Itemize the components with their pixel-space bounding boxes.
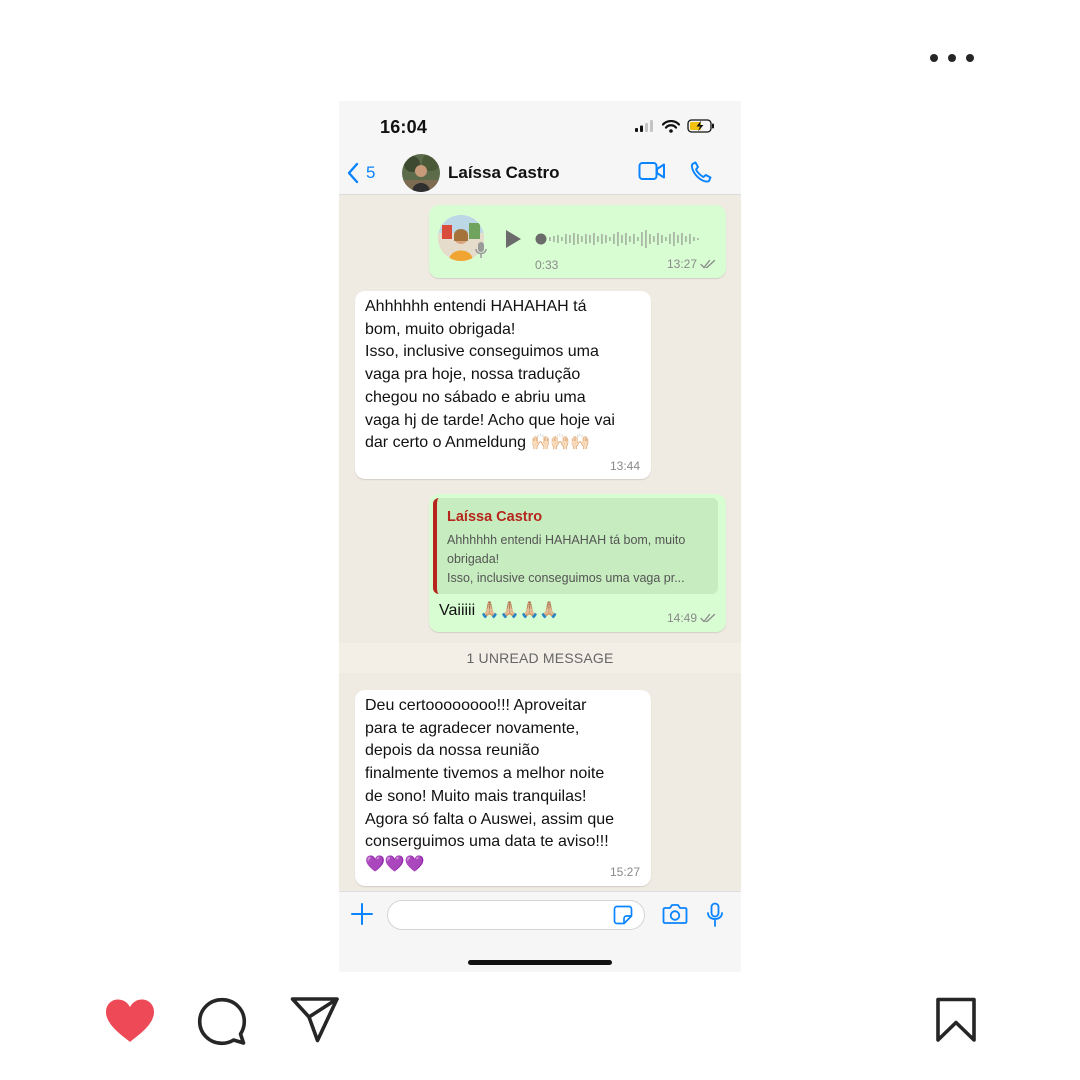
chevron-left-icon [347, 162, 359, 184]
battery-charging-icon [687, 119, 714, 133]
message-text: Ahhhhhh entendi HAHAHAH tá bom, muito ob… [365, 298, 615, 452]
more-dot [966, 54, 974, 62]
message-time: 13:27 [667, 257, 716, 271]
paper-plane-icon [290, 997, 339, 1043]
attach-button[interactable] [350, 902, 374, 931]
incoming-message-bubble: Deu certoooooooo!!! Aproveitar para te a… [355, 690, 651, 886]
video-call-button[interactable] [638, 161, 666, 186]
voice-duration: 0:33 [535, 258, 559, 272]
time-text: 15:27 [609, 865, 640, 879]
like-button[interactable] [104, 998, 156, 1049]
phone-icon [690, 161, 712, 183]
plus-icon [351, 903, 373, 925]
camera-button[interactable] [662, 903, 688, 930]
message-text: Vaiiiii 🙏🏼🙏🏼🙏🏼🙏🏼 [439, 602, 560, 619]
more-dot [930, 54, 938, 62]
quoted-text: Ahhhhhh entendi HAHAHAH tá bom, muito ob… [447, 533, 686, 585]
wifi-icon [662, 119, 680, 133]
time-text: 14:49 [666, 611, 697, 625]
status-bar: 16:04 [339, 101, 741, 153]
comment-icon [197, 997, 247, 1046]
home-indicator [468, 960, 612, 965]
outgoing-reply-bubble: Laíssa Castro Ahhhhhh entendi HAHAHAH tá… [429, 494, 726, 632]
play-icon [506, 230, 521, 248]
more-dot [948, 54, 956, 62]
message-text: Deu certoooooooo!!! Aproveitar para te a… [365, 697, 615, 873]
message-input[interactable] [387, 900, 645, 930]
mic-badge-icon [475, 241, 487, 264]
unread-messages-banner: 1 UNREAD MESSAGE [339, 643, 741, 673]
voice-message-bubble: 0:33 13:27 [429, 205, 726, 278]
avatar-image [402, 154, 440, 192]
play-button[interactable] [503, 228, 523, 255]
message-time: 13:44 [610, 459, 640, 473]
message-time: 14:49 [667, 611, 716, 625]
microphone-button[interactable] [706, 902, 724, 933]
status-time: 16:04 [380, 117, 428, 137]
message-composer [339, 891, 741, 972]
sticker-button[interactable] [613, 905, 633, 930]
sticker-icon [613, 905, 633, 925]
double-check-icon [700, 613, 716, 623]
whatsapp-screenshot: 16:04 5 Laíssa Castro 0:33 13:27 Ahhhhhh… [339, 101, 741, 972]
message-time: 15:27 [610, 865, 640, 879]
voice-call-button[interactable] [689, 159, 713, 190]
quoted-sender-name: Laíssa Castro [447, 509, 543, 525]
voice-waveform[interactable] [535, 227, 707, 251]
bookmark-icon [936, 997, 976, 1042]
chat-area: 0:33 13:27 Ahhhhhh entendi HAHAHAH tá bo… [339, 196, 741, 891]
double-check-icon [700, 259, 716, 269]
heart-filled-icon [106, 999, 154, 1042]
microphone-icon [707, 902, 723, 927]
camera-icon [662, 904, 688, 924]
instagram-post: 16:04 5 Laíssa Castro 0:33 13:27 Ahhhhhh… [0, 0, 1080, 1080]
video-camera-icon [638, 162, 665, 180]
more-options-icon[interactable] [930, 48, 974, 68]
chat-header: 5 Laíssa Castro [339, 153, 741, 195]
share-button[interactable] [290, 997, 340, 1048]
time-text: 13:44 [609, 459, 640, 473]
save-button[interactable] [935, 997, 977, 1048]
status-icons [635, 119, 715, 133]
contact-name[interactable]: Laíssa Castro [448, 163, 560, 183]
comment-button[interactable] [197, 997, 247, 1052]
time-text: 13:27 [666, 257, 697, 271]
back-button[interactable]: 5 [346, 159, 375, 187]
contact-avatar[interactable] [402, 154, 440, 192]
quoted-message[interactable]: Laíssa Castro Ahhhhhh entendi HAHAHAH tá… [433, 498, 718, 594]
incoming-message-bubble: Ahhhhhh entendi HAHAHAH tá bom, muito ob… [355, 291, 651, 479]
signal-icon [635, 120, 653, 132]
unread-chats-count: 5 [366, 163, 376, 182]
